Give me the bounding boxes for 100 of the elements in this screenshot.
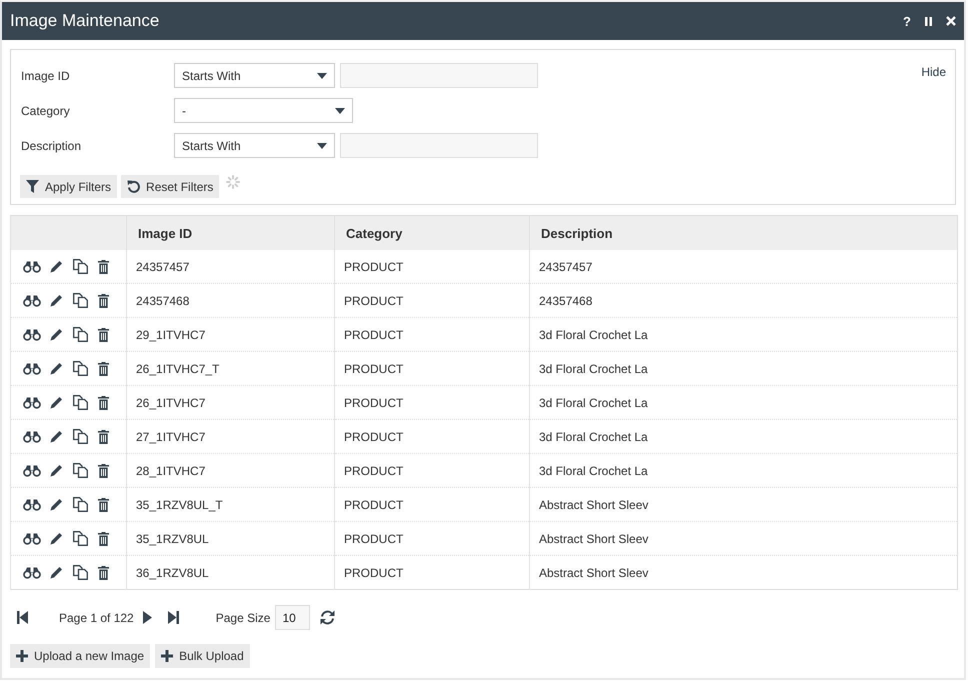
- binoculars-icon[interactable]: [23, 396, 41, 408]
- operator-dropdown[interactable]: Starts With: [174, 63, 335, 88]
- pencil-icon[interactable]: [50, 294, 63, 307]
- binoculars-icon[interactable]: [23, 328, 41, 340]
- binoculars-icon[interactable]: [23, 430, 41, 442]
- table-cell: 29_1ITVHC7: [136, 328, 206, 342]
- trash-icon[interactable]: [98, 566, 109, 580]
- pencil-icon[interactable]: [50, 362, 63, 375]
- trash-icon[interactable]: [98, 430, 109, 444]
- copy-icon[interactable]: [73, 293, 88, 308]
- pause-icon[interactable]: [925, 16, 932, 26]
- upload-button[interactable]: Bulk Upload: [155, 644, 250, 668]
- plus-icon: [16, 650, 28, 662]
- pencil-icon[interactable]: [50, 430, 63, 443]
- pencil-icon[interactable]: [50, 566, 63, 579]
- table-cell: PRODUCT: [344, 464, 404, 478]
- table-cell: PRODUCT: [344, 260, 404, 274]
- hide-link[interactable]: Hide: [921, 65, 946, 79]
- pencil-icon[interactable]: [50, 464, 63, 477]
- trash-icon[interactable]: [98, 396, 109, 410]
- table-cell: 3d Floral Crochet La: [539, 328, 648, 342]
- binoculars-icon[interactable]: [23, 294, 41, 306]
- copy-icon[interactable]: [73, 531, 88, 546]
- page-size-field[interactable]: 10: [275, 605, 310, 630]
- copy-icon[interactable]: [73, 429, 88, 444]
- filter-button[interactable]: Reset Filters: [121, 175, 220, 198]
- last-page-icon[interactable]: [168, 611, 179, 624]
- operator-dropdown[interactable]: Starts With: [174, 133, 335, 158]
- caret-icon: [317, 72, 327, 78]
- copy-icon[interactable]: [73, 259, 88, 274]
- close-icon[interactable]: [946, 16, 956, 26]
- pencil-icon[interactable]: [50, 260, 63, 273]
- binoculars-icon[interactable]: [23, 464, 41, 476]
- refresh-icon[interactable]: [320, 610, 336, 625]
- table-cell: 24357468: [539, 294, 592, 308]
- caret-icon: [335, 108, 345, 114]
- binoculars-icon[interactable]: [23, 532, 41, 544]
- copy-icon[interactable]: [73, 361, 88, 376]
- table-cell: 24357468: [136, 294, 190, 308]
- upload-button[interactable]: Upload a new Image: [10, 644, 150, 668]
- funnel-icon: [26, 180, 39, 193]
- column-header[interactable]: Category: [346, 226, 402, 240]
- column-header[interactable]: Description: [541, 226, 613, 240]
- binoculars-icon[interactable]: [23, 498, 41, 510]
- table-cell: PRODUCT: [344, 328, 404, 342]
- trash-icon[interactable]: [98, 532, 109, 546]
- table-cell: 27_1ITVHC7: [136, 430, 206, 444]
- first-page-icon[interactable]: [17, 611, 28, 624]
- plus-icon: [161, 650, 174, 662]
- copy-icon[interactable]: [73, 395, 88, 410]
- trash-icon[interactable]: [98, 362, 109, 376]
- trash-icon[interactable]: [98, 498, 109, 512]
- table-cell: PRODUCT: [344, 532, 404, 546]
- copy-icon[interactable]: [73, 463, 88, 478]
- copy-icon[interactable]: [73, 497, 88, 512]
- trash-icon[interactable]: [98, 464, 109, 478]
- table-cell: Abstract Short Sleev: [539, 532, 648, 546]
- table-cell: PRODUCT: [344, 362, 404, 376]
- binoculars-icon[interactable]: [23, 260, 41, 272]
- help-button[interactable]: ?: [903, 14, 911, 28]
- table-cell: Abstract Short Sleev: [539, 498, 648, 512]
- window-title: Image Maintenance: [10, 11, 160, 31]
- column-header[interactable]: Image ID: [138, 226, 192, 240]
- table-cell: 36_1RZV8UL: [136, 566, 209, 580]
- table-cell: PRODUCT: [344, 294, 404, 308]
- copy-icon[interactable]: [73, 327, 88, 342]
- table-cell: 28_1ITVHC7: [136, 464, 206, 478]
- trash-icon[interactable]: [98, 294, 109, 308]
- pencil-icon[interactable]: [50, 498, 63, 511]
- text-input[interactable]: [340, 133, 538, 158]
- reset-icon: [127, 180, 140, 193]
- table-cell: Abstract Short Sleev: [539, 566, 648, 580]
- operator-dropdown[interactable]: -: [174, 98, 353, 123]
- table-cell: PRODUCT: [344, 430, 404, 444]
- table-cell: PRODUCT: [344, 396, 404, 410]
- filter-label: Description: [21, 138, 82, 152]
- table-cell: PRODUCT: [344, 498, 404, 512]
- pencil-icon[interactable]: [50, 328, 63, 341]
- binoculars-icon[interactable]: [23, 362, 41, 374]
- page-indicator: Page 1 of 122: [59, 610, 134, 624]
- table-cell: 3d Floral Crochet La: [539, 430, 648, 444]
- table-cell: 24357457: [136, 260, 190, 274]
- pencil-icon[interactable]: [50, 532, 63, 545]
- page-size-label: Page Size: [216, 610, 270, 624]
- pencil-icon[interactable]: [50, 396, 63, 409]
- binoculars-icon[interactable]: [23, 566, 41, 578]
- table-cell: 35_1RZV8UL_T: [136, 498, 223, 512]
- filter-label: Category: [21, 104, 71, 118]
- copy-icon[interactable]: [73, 565, 88, 580]
- table-cell: 3d Floral Crochet La: [539, 464, 648, 478]
- trash-icon[interactable]: [98, 328, 109, 342]
- next-page-icon[interactable]: [142, 611, 152, 624]
- table-cell: 26_1ITVHC7: [136, 396, 206, 410]
- filter-button[interactable]: Apply Filters: [20, 175, 118, 198]
- table-cell: 26_1ITVHC7_T: [136, 362, 220, 376]
- table-cell: 35_1RZV8UL: [136, 532, 209, 546]
- table-cell: 3d Floral Crochet La: [539, 362, 648, 376]
- trash-icon[interactable]: [98, 260, 109, 274]
- text-input[interactable]: [340, 63, 538, 88]
- caret-icon: [317, 142, 327, 148]
